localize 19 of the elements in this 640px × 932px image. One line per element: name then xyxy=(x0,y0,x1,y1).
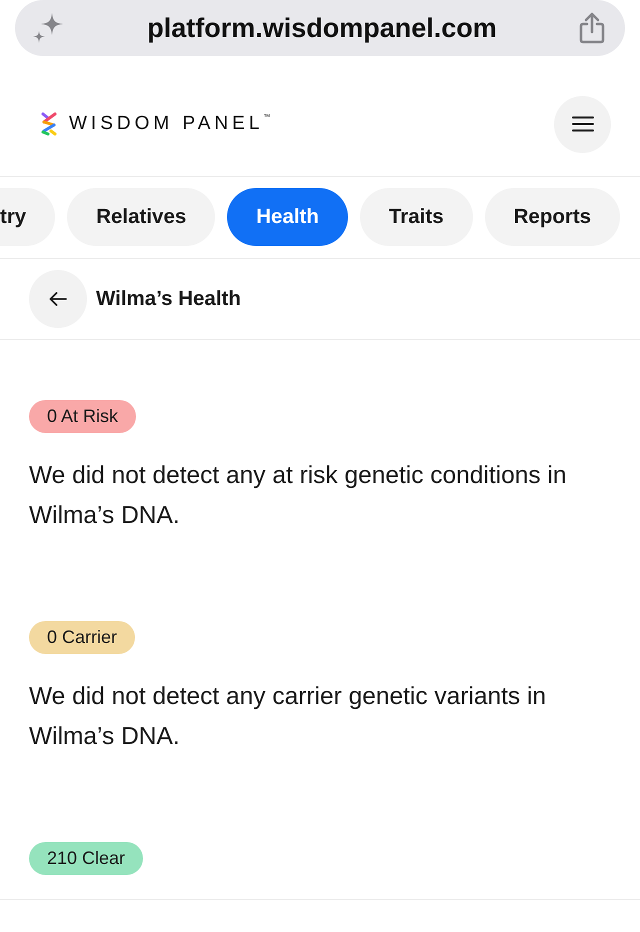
url-text: platform.wisdompanel.com xyxy=(147,12,497,44)
back-arrow-icon xyxy=(49,292,67,306)
brand-logo-text: WISDOM PANEL$^{™}$ xyxy=(69,113,270,135)
menu-icon xyxy=(572,116,594,132)
nav-tab[interactable]: Traits xyxy=(360,188,473,246)
address-bar[interactable]: platform.wisdompanel.com xyxy=(15,0,625,56)
share-button[interactable] xyxy=(579,12,605,44)
nav-tab[interactable]: Health xyxy=(227,188,348,246)
result-text: We did not detect any at risk genetic conditions in Wilma’s DNA. xyxy=(29,461,568,531)
logo-icon xyxy=(40,112,58,136)
status-badge: 0 Carrier xyxy=(29,621,136,654)
result-text: We did not detect any carrier genetic variants in Wilma’s DNA. xyxy=(29,682,548,752)
nav-tab[interactable]: try xyxy=(0,188,56,246)
share-icon xyxy=(579,12,605,44)
nav-tab[interactable]: Relatives xyxy=(67,188,216,246)
page-title: Wilma’s Health xyxy=(96,287,241,311)
nav-tab[interactable]: Reports xyxy=(484,188,620,246)
status-badge: 0 At Risk xyxy=(29,400,136,433)
status-badge: 210 Clear xyxy=(29,842,144,875)
